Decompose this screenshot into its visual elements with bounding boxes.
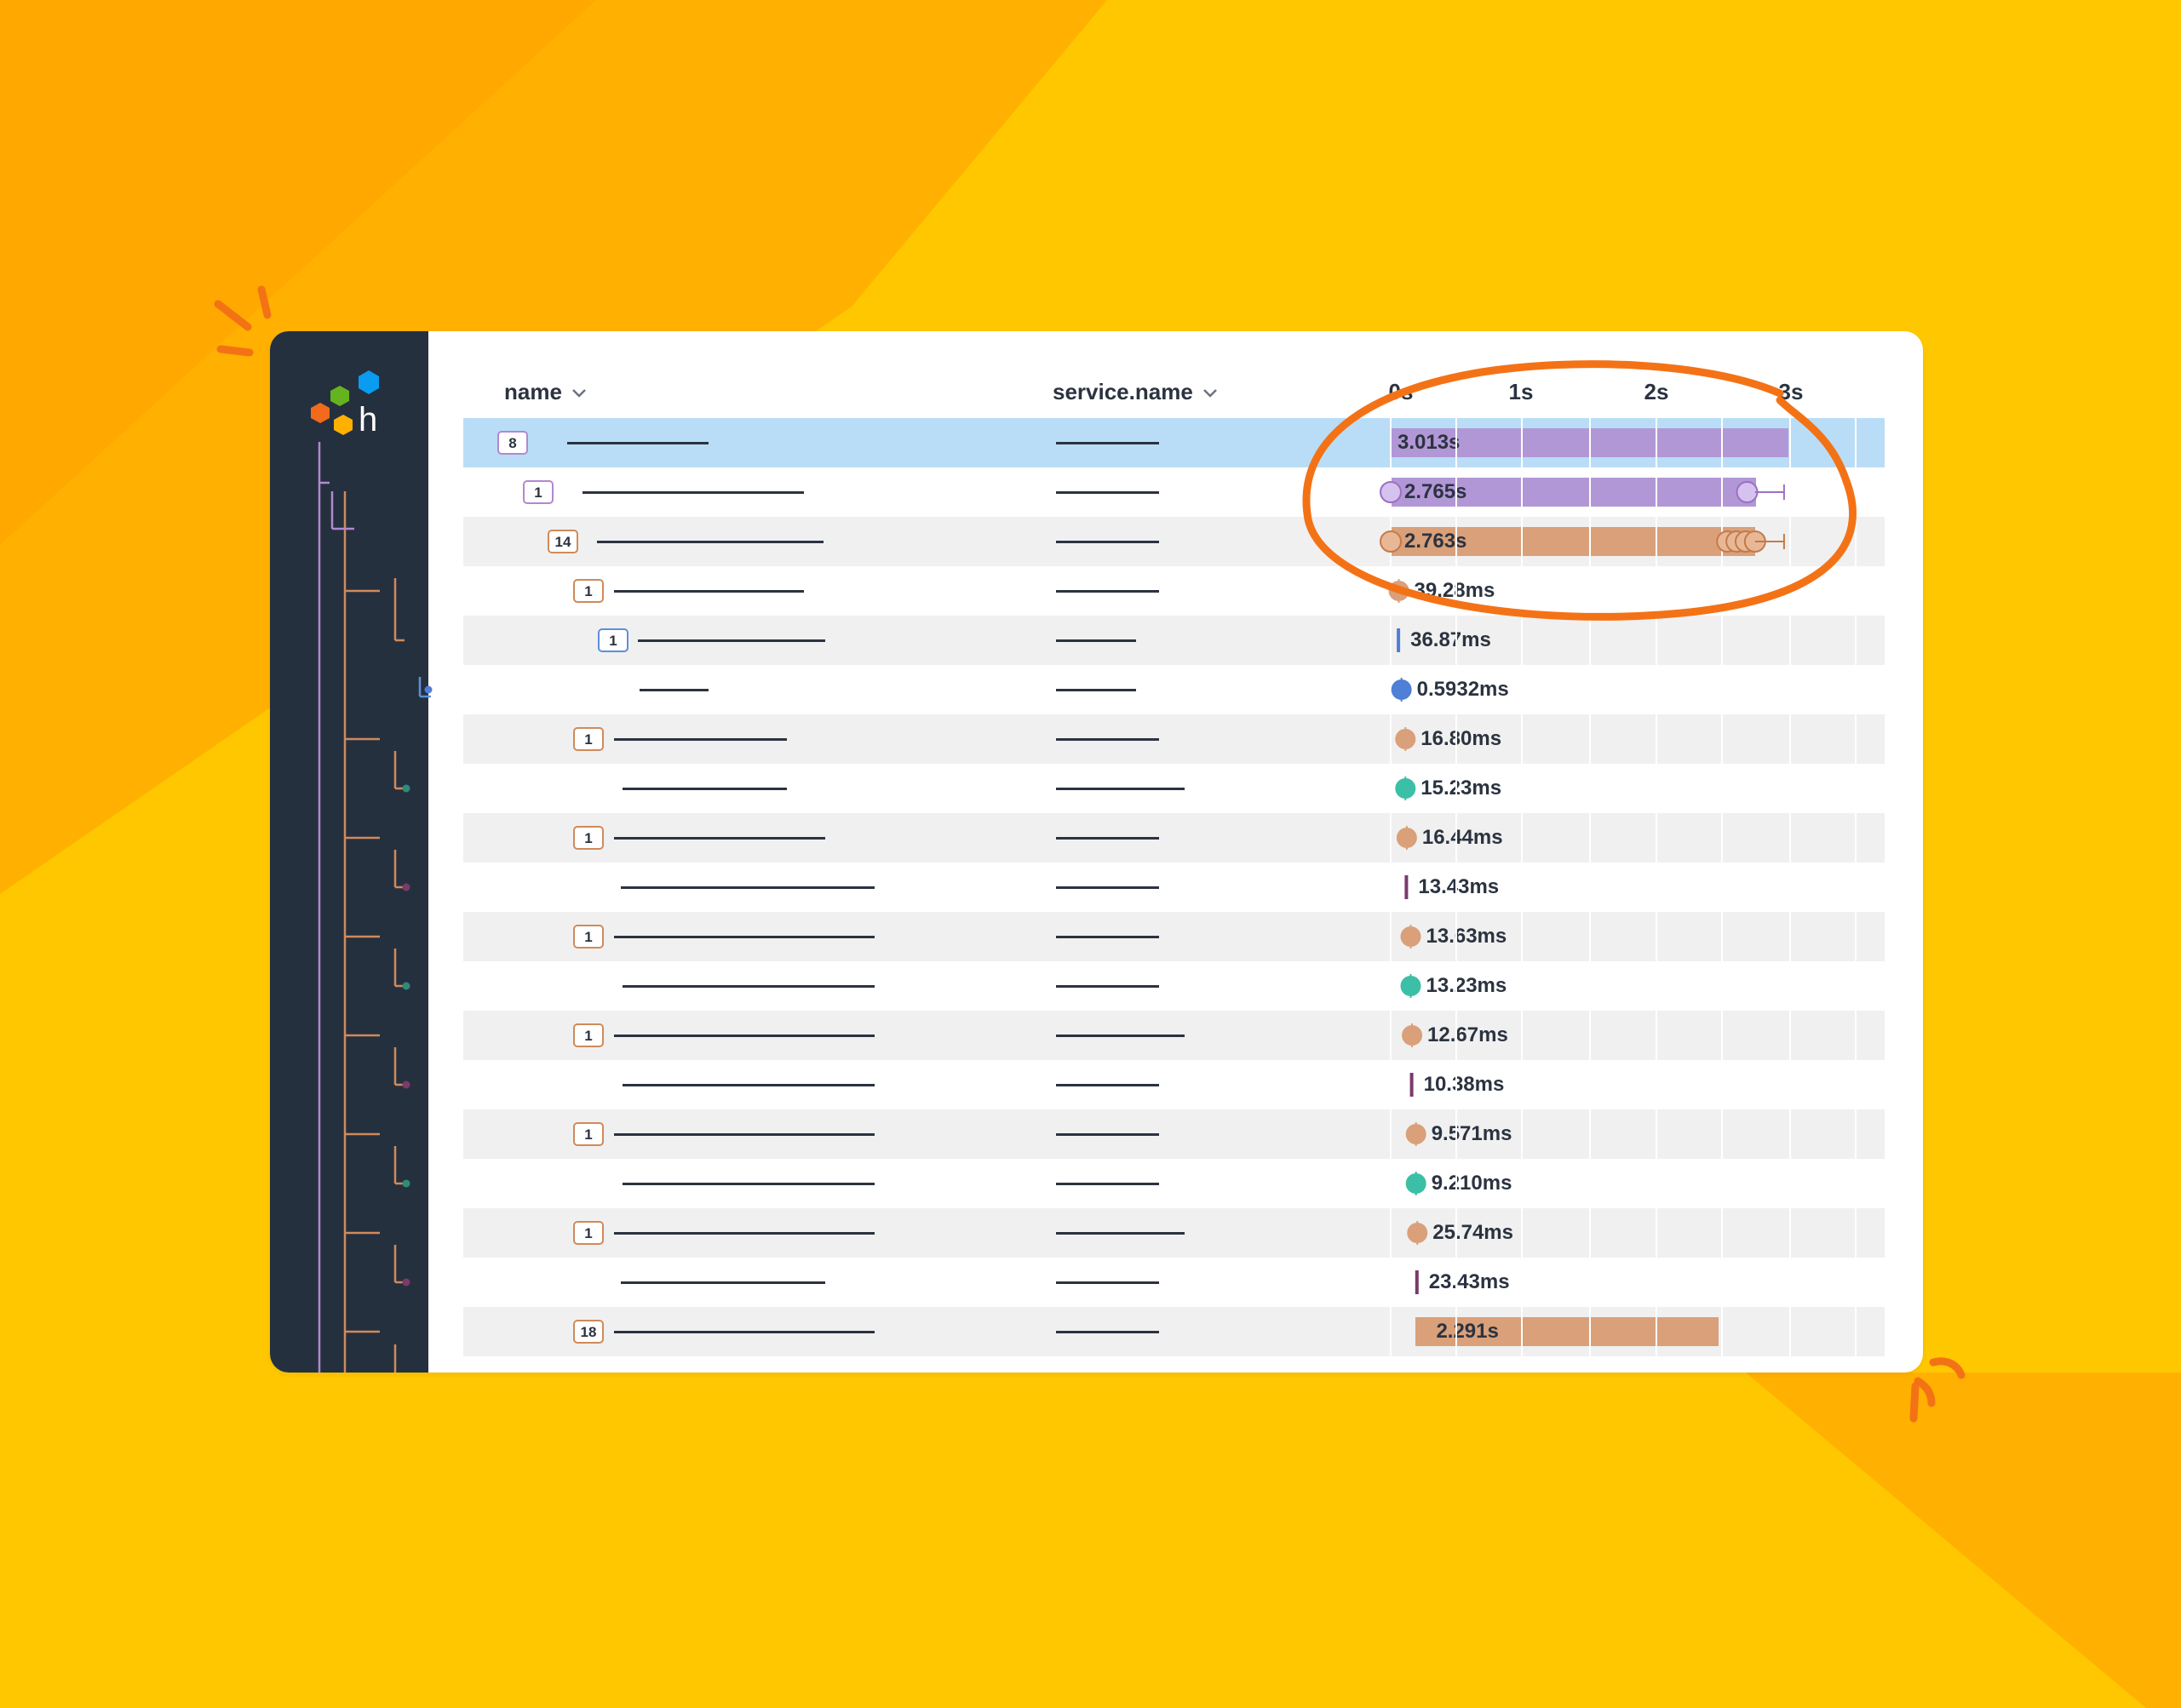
service-name-placeholder [1056,985,1159,988]
span-duration-label: 23.43ms [1428,1270,1510,1293]
child-count-badge[interactable]: 1 [598,628,628,652]
service-name-placeholder [1056,689,1136,691]
span-name-placeholder [623,1183,875,1185]
child-count-badge[interactable]: 1 [573,1221,604,1245]
span-name-placeholder [638,639,825,642]
span-name-placeholder [640,689,709,691]
span-name-placeholder [597,541,824,543]
service-name-placeholder [1056,1331,1159,1333]
child-count-badge[interactable]: 1 [573,925,604,949]
child-count-badge[interactable]: 1 [573,1023,604,1047]
span-duration-label: 16.44ms [1421,826,1503,849]
child-count-badge[interactable]: 18 [573,1320,604,1344]
service-name-placeholder [1056,491,1159,494]
span-name-placeholder [614,837,825,840]
child-count-badge[interactable]: 1 [573,727,604,751]
service-name-placeholder [1056,1232,1185,1235]
span-duration-label: 16.80ms [1421,727,1502,750]
span-duration-label: 2.765s [1404,480,1467,503]
service-name-placeholder [1056,590,1159,593]
span-name-placeholder [621,886,875,889]
service-name-placeholder [1056,442,1159,444]
service-name-placeholder [1056,886,1159,889]
child-count-badge[interactable]: 14 [548,530,578,553]
span-duration-label: 13.63ms [1426,925,1507,948]
span-duration-label: 0.5932ms [1416,678,1509,701]
span-duration-label: 2.291s [1436,1320,1499,1343]
child-count-badge[interactable]: 1 [523,480,554,504]
service-name-placeholder [1056,738,1159,741]
child-count-badge[interactable]: 8 [497,431,528,455]
service-name-placeholder [1056,1035,1185,1037]
span-name-placeholder [614,738,787,741]
span-duration-label: 12.67ms [1427,1023,1508,1046]
span-name-placeholder [614,1331,875,1333]
span-name-placeholder [614,590,804,593]
span-name-placeholder [623,788,787,790]
span-duration-label: 9.210ms [1431,1172,1512,1195]
span-name-placeholder [614,1035,875,1037]
span-name-placeholder [623,985,875,988]
span-name-placeholder [621,1281,825,1284]
span-duration-label: 2.763s [1404,530,1467,553]
span-duration-label: 39.28ms [1414,579,1495,602]
span-duration-label: 13.23ms [1426,974,1507,997]
service-name-placeholder [1056,1281,1159,1284]
span-name-placeholder [583,491,804,494]
span-name-placeholder [623,1084,875,1086]
service-name-placeholder [1056,1084,1159,1086]
span-duration-label: 13.43ms [1418,875,1500,898]
service-name-placeholder [1056,1183,1159,1185]
child-count-badge[interactable]: 1 [573,579,604,603]
span-duration-label: 15.23ms [1421,777,1502,800]
service-name-placeholder [1056,639,1136,642]
span-name-placeholder [614,1232,875,1235]
service-name-placeholder [1056,788,1185,790]
child-count-badge[interactable]: 1 [573,826,604,850]
child-count-badge[interactable]: 1 [573,1122,604,1146]
span-duration-label: 25.74ms [1432,1221,1513,1244]
span-duration-label: 36.87ms [1410,628,1491,651]
service-name-placeholder [1056,541,1159,543]
trace-rows: 8 3.013s 1 2.765s 14 2.763s 1 39.28ms 1 36.87ms 0.… [270,331,1923,1373]
service-name-placeholder [1056,1133,1159,1136]
service-name-placeholder [1056,936,1159,938]
span-duration-label: 3.013s [1398,431,1461,454]
trace-panel: h name service.name 0s 1s 2s 3s 8 3.013s 1… [270,331,1923,1373]
service-name-placeholder [1056,837,1159,840]
span-name-placeholder [614,1133,875,1136]
span-duration-label: 10.38ms [1423,1073,1505,1096]
span-name-placeholder [567,442,709,444]
span-name-placeholder [614,936,875,938]
span-duration-label: 9.571ms [1431,1122,1512,1145]
